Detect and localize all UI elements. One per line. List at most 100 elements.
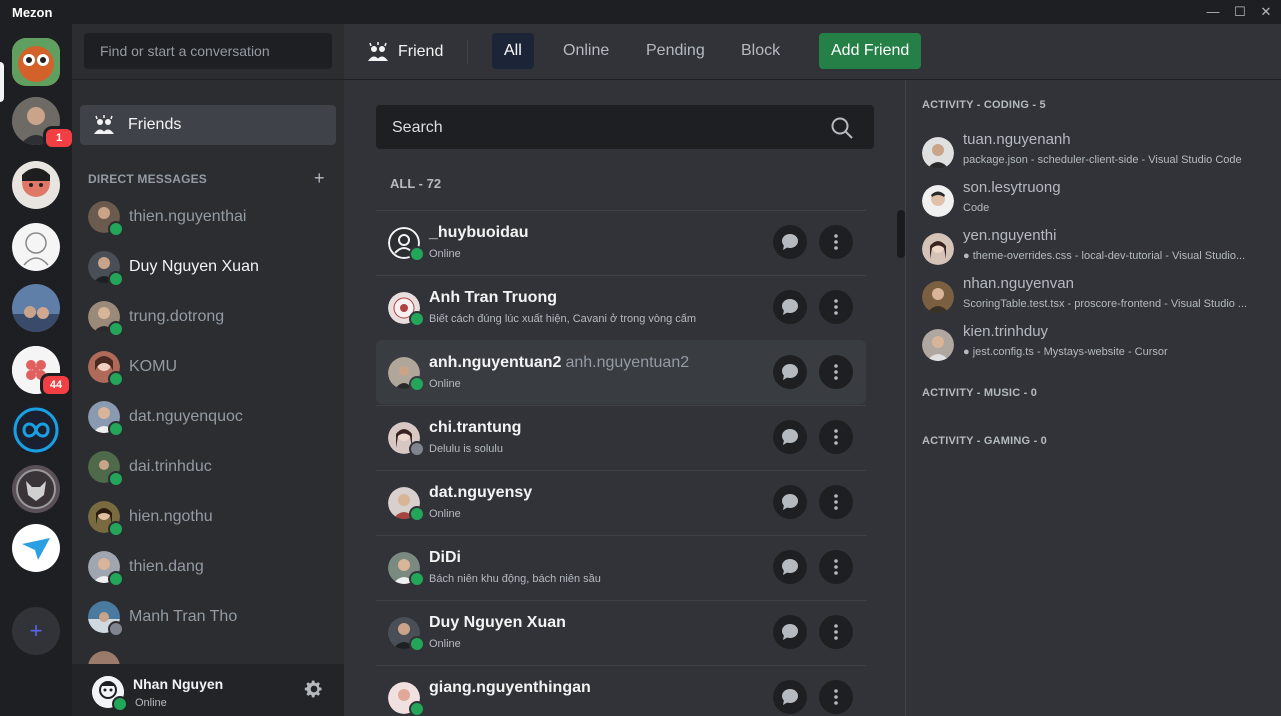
message-button[interactable]	[773, 225, 807, 259]
dm-item[interactable]: thien.nguyenthai	[80, 195, 336, 239]
dm-item-partial[interactable]	[80, 645, 336, 664]
friend-status-text: Delulu is solulu	[429, 443, 503, 455]
more-vertical-icon	[834, 234, 838, 250]
avatar	[922, 281, 954, 313]
add-dm-button[interactable]: +	[314, 168, 325, 189]
friend-name: giang.nguyenthingan	[429, 679, 591, 697]
dm-item[interactable]: KOMU	[80, 345, 336, 389]
tab-online[interactable]: Online	[551, 33, 621, 69]
minimize-button[interactable]: —	[1203, 3, 1223, 21]
activity-user-name: nhan.nguyenvan	[963, 275, 1074, 292]
dm-item[interactable]: dai.trinhduc	[80, 445, 336, 489]
tab-all[interactable]: All	[492, 33, 534, 69]
activity-coding-header: ACTIVITY - CODING - 5	[922, 99, 1046, 111]
dm-name: Duy Nguyen Xuan	[129, 258, 259, 275]
server-icon-3[interactable]	[12, 223, 60, 271]
more-options-button[interactable]	[819, 420, 853, 454]
activity-item[interactable]: nhan.nguyenvan ScoringTable.test.tsx - p…	[922, 275, 1272, 319]
close-button[interactable]: ✕	[1256, 3, 1276, 21]
server-icon-owl[interactable]	[12, 38, 60, 86]
settings-gear-icon[interactable]	[304, 679, 324, 699]
add-friend-button[interactable]: Add Friend	[819, 33, 922, 69]
friend-row[interactable]: Duy Nguyen Xuan Online	[376, 600, 866, 664]
dm-name: KOMU	[129, 358, 177, 375]
activity-user-name: tuan.nguyenanh	[963, 131, 1071, 148]
message-button[interactable]	[773, 680, 807, 714]
more-options-button[interactable]	[819, 290, 853, 324]
online-status-dot	[409, 311, 425, 327]
friends-search-input[interactable]: Search	[376, 105, 874, 149]
app-title: Mezon	[12, 5, 53, 20]
friend-name: Anh Tran Truong	[429, 289, 557, 307]
direct-messages-header: DIRECT MESSAGES	[88, 172, 208, 186]
server-icon-2[interactable]	[12, 161, 60, 209]
dm-item[interactable]: Manh Tran Tho	[80, 595, 336, 639]
message-button[interactable]	[773, 485, 807, 519]
message-button[interactable]	[773, 550, 807, 584]
user-name: Nhan Nguyen	[133, 676, 224, 692]
maximize-button[interactable]: ☐	[1230, 3, 1250, 21]
message-button[interactable]	[773, 615, 807, 649]
more-options-button[interactable]	[819, 225, 853, 259]
activity-description: package.json - scheduler-client-side - V…	[963, 154, 1242, 166]
friend-row[interactable]: DiDi Bách niên khu động, bách niên sầu	[376, 535, 866, 599]
dm-item[interactable]: hien.ngothu	[80, 495, 336, 539]
more-options-button[interactable]	[819, 680, 853, 714]
wolf-logo-icon	[12, 465, 60, 513]
online-status-dot	[108, 371, 124, 387]
dm-item[interactable]: thien.dang	[80, 545, 336, 589]
more-vertical-icon	[834, 364, 838, 380]
friends-icon	[94, 115, 114, 134]
conversation-search-input[interactable]: Find or start a conversation	[84, 33, 332, 69]
more-options-button[interactable]	[819, 615, 853, 649]
avatar	[922, 137, 954, 169]
friend-row[interactable]: Anh Tran Truong Biết cách đúng lúc xuất …	[376, 275, 866, 339]
more-options-button[interactable]	[819, 355, 853, 389]
tab-block[interactable]: Block	[729, 33, 792, 69]
friend-name: Duy Nguyen Xuan	[429, 614, 566, 632]
friend-row[interactable]: giang.nguyenthingan	[376, 665, 866, 716]
dm-name: thien.nguyenthai	[129, 208, 247, 225]
friend-status-text: Online	[429, 638, 461, 650]
friends-list-column: Search ALL - 72 _huybuoidau Online Anh T…	[344, 80, 905, 716]
friends-nav-item[interactable]: Friends	[80, 105, 336, 145]
activity-panel: ACTIVITY - CODING - 5 tuan.nguyenanh pac…	[905, 80, 1281, 716]
server-icon-6[interactable]	[12, 406, 60, 454]
friend-row[interactable]: _huybuoidau Online	[376, 210, 866, 274]
online-status-dot	[108, 421, 124, 437]
unread-badge: 44	[40, 373, 72, 397]
dm-item[interactable]: trung.dotrong	[80, 295, 336, 339]
activity-description: Code	[963, 202, 990, 214]
activity-item[interactable]: son.lesytruong Code	[922, 179, 1272, 223]
online-status-dot	[108, 471, 124, 487]
tab-pending[interactable]: Pending	[634, 33, 717, 69]
activity-item[interactable]: tuan.nguyenanh package.json - scheduler-…	[922, 131, 1272, 175]
main-content: Friend All Online Pending Block Add Frie…	[344, 24, 1281, 716]
server-icon-4[interactable]	[12, 284, 60, 332]
friend-status-text: Online	[429, 248, 461, 260]
scrollbar-thumb[interactable]	[897, 210, 905, 258]
online-status-dot	[108, 221, 124, 237]
server-icon-7[interactable]	[12, 465, 60, 513]
chat-bubble-icon	[782, 494, 798, 510]
message-button[interactable]	[773, 355, 807, 389]
server-rail: 1 44 +	[0, 24, 75, 716]
message-button[interactable]	[773, 420, 807, 454]
friend-status-text: Online	[429, 378, 461, 390]
friends-label: Friends	[128, 116, 182, 133]
friend-display-name: dat.nguyensy	[429, 484, 533, 501]
friend-row[interactable]: anh.nguyentuan2 anh.nguyentuan2 Online	[376, 340, 866, 404]
divider	[467, 40, 468, 64]
dm-item[interactable]: Duy Nguyen Xuan	[80, 245, 336, 289]
message-button[interactable]	[773, 290, 807, 324]
more-options-button[interactable]	[819, 550, 853, 584]
dm-item[interactable]: dat.nguyenquoc	[80, 395, 336, 439]
more-options-button[interactable]	[819, 485, 853, 519]
server-icon-8[interactable]	[12, 524, 60, 572]
activity-item[interactable]: yen.nguyenthi ● theme-overrides.css - lo…	[922, 227, 1272, 271]
add-server-button[interactable]: +	[12, 607, 60, 655]
friend-row[interactable]: chi.trantung Delulu is solulu	[376, 405, 866, 469]
friend-row[interactable]: dat.nguyensy Online	[376, 470, 866, 534]
activity-item[interactable]: kien.trinhduy ● jest.config.ts - Mystays…	[922, 323, 1272, 367]
activity-description: ● jest.config.ts - Mystays-website - Cur…	[963, 346, 1168, 358]
